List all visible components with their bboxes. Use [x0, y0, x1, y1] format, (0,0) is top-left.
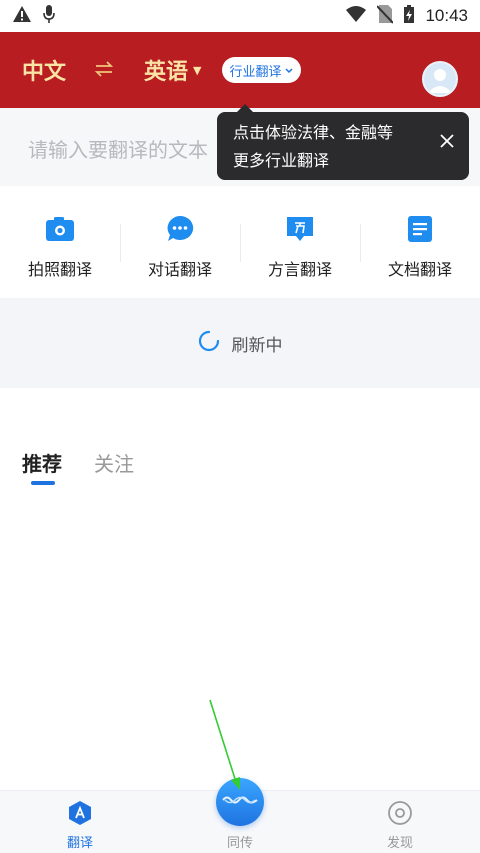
chat-bubble-icon — [164, 214, 196, 244]
close-icon[interactable] — [437, 132, 457, 152]
document-translate-button[interactable]: 文档翻译 — [360, 196, 480, 296]
wifi-icon — [345, 5, 367, 27]
app-header: 中文 英语 ▼ 行业翻译 — [0, 32, 480, 108]
swap-languages-icon[interactable] — [94, 58, 114, 82]
input-placeholder: 请输入要翻译的文本 — [28, 138, 208, 162]
translate-icon — [67, 800, 93, 826]
mic-icon — [42, 4, 56, 28]
no-sim-icon — [376, 4, 395, 28]
dialogue-translate-button[interactable]: 对话翻译 — [120, 196, 240, 296]
tab-recommended[interactable]: 推荐 — [22, 448, 62, 485]
tooltip-line-1: 点击体验法律、金融等 — [233, 123, 394, 142]
dialect-icon — [284, 214, 316, 244]
target-language-button[interactable]: 英语 ▼ — [144, 54, 201, 86]
avatar[interactable] — [422, 61, 458, 97]
refresh-text: 刷新中 — [231, 335, 283, 356]
camera-icon — [44, 214, 76, 244]
dialect-translate-label: 方言翻译 — [267, 260, 332, 279]
simultaneous-interpretation-button[interactable] — [216, 778, 264, 826]
chevron-down-icon — [284, 63, 293, 78]
tab-following[interactable]: 关注 — [94, 448, 134, 477]
sound-wave-icon — [222, 792, 258, 812]
discover-icon — [387, 800, 413, 826]
industry-translation-button[interactable]: 行业翻译 — [221, 57, 301, 83]
nav-translate[interactable]: 翻译 — [0, 791, 160, 853]
nav-discover-label: 发现 — [386, 836, 413, 851]
dialect-translate-button[interactable]: 方言翻译 — [240, 196, 360, 296]
nav-simultaneous-label: 同传 — [226, 836, 253, 851]
loading-spinner-icon — [198, 330, 220, 356]
nav-discover[interactable]: 发现 — [320, 791, 480, 853]
document-icon — [404, 214, 436, 244]
clock: 10:43 — [425, 6, 468, 25]
status-bar: 10:43 — [0, 0, 480, 32]
industry-tooltip: 点击体验法律、金融等 更多行业翻译 — [217, 104, 469, 180]
photo-translate-label: 拍照翻译 — [27, 260, 92, 279]
translation-tools: 拍照翻译 对话翻译 方言翻译 文档翻译 — [0, 196, 480, 296]
document-translate-label: 文档翻译 — [387, 260, 452, 279]
target-language-label: 英语 — [144, 60, 189, 85]
industry-translation-label: 行业翻译 — [229, 64, 282, 80]
battery-charging-icon — [403, 4, 415, 28]
tooltip-line-2: 更多行业翻译 — [233, 151, 330, 170]
warning-icon — [12, 5, 32, 27]
caret-down-icon: ▼ — [193, 63, 202, 77]
photo-translate-button[interactable]: 拍照翻译 — [0, 196, 120, 296]
dialogue-translate-label: 对话翻译 — [147, 260, 212, 279]
feed-tabs: 推荐 关注 — [22, 448, 134, 485]
source-language-button[interactable]: 中文 — [22, 54, 66, 86]
refresh-indicator: 刷新中 — [0, 298, 480, 388]
nav-translate-label: 翻译 — [66, 836, 93, 851]
